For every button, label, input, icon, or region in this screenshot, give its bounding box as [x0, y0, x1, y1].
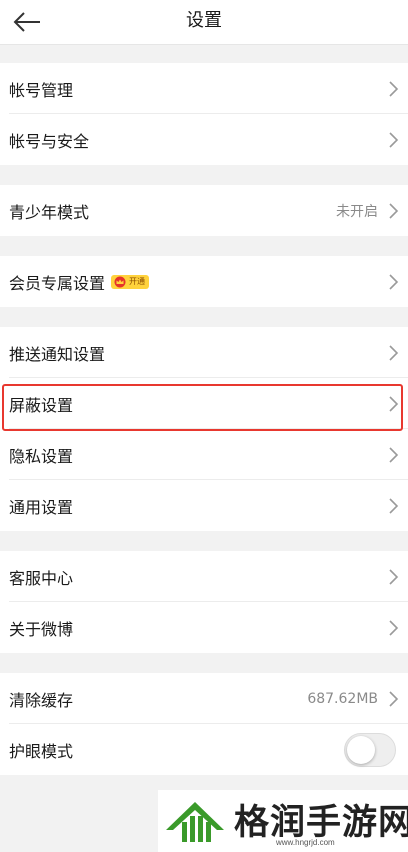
row-label: 通用设置	[9, 497, 74, 517]
chevron-right-icon	[389, 498, 399, 514]
row-label: 青少年模式	[9, 202, 90, 222]
row-account-management[interactable]: 帐号管理	[0, 63, 408, 114]
chevron-right-icon	[389, 569, 399, 585]
chevron-right-icon	[389, 620, 399, 636]
site-logo-icon	[166, 802, 224, 842]
row-label: 护眼模式	[9, 741, 74, 761]
chevron-right-icon	[389, 691, 399, 707]
row-block-settings[interactable]: 屏蔽设置	[0, 378, 408, 429]
section-gap	[0, 307, 408, 327]
row-eye-protection: 护眼模式	[0, 724, 408, 775]
row-about-weibo[interactable]: 关于微博	[0, 602, 408, 653]
section-gap	[0, 236, 408, 256]
row-privacy-settings[interactable]: 隐私设置	[0, 429, 408, 480]
watermark-url: www.hngrjd.com	[276, 838, 335, 847]
row-label: 关于微博	[9, 619, 74, 639]
top-nav-bar: 设置	[0, 0, 408, 45]
section-gap	[0, 165, 408, 185]
row-label: 帐号与安全	[9, 131, 90, 151]
row-clear-cache[interactable]: 清除缓存 687.62MB	[0, 673, 408, 724]
row-label: 推送通知设置	[9, 344, 106, 364]
row-label: 隐私设置	[9, 446, 74, 466]
chevron-right-icon	[389, 203, 399, 219]
row-customer-service[interactable]: 客服中心	[0, 551, 408, 602]
row-account-security[interactable]: 帐号与安全	[0, 114, 408, 165]
row-label: 客服中心	[9, 568, 74, 588]
row-label: 屏蔽设置	[9, 395, 74, 415]
row-push-notifications[interactable]: 推送通知设置	[0, 327, 408, 378]
chevron-right-icon	[389, 81, 399, 97]
chevron-right-icon	[389, 447, 399, 463]
row-general-settings[interactable]: 通用设置	[0, 480, 408, 531]
row-youth-mode[interactable]: 青少年模式 未开启	[0, 185, 408, 236]
chevron-right-icon	[389, 274, 399, 290]
crown-icon	[114, 276, 126, 287]
toggle-knob	[347, 736, 375, 764]
row-label: 帐号管理	[9, 80, 74, 100]
vip-badge: 开通	[111, 274, 150, 289]
row-label: 清除缓存	[9, 690, 74, 710]
watermark: 格润手游网 www.hngrjd.com	[158, 790, 408, 852]
chevron-right-icon	[389, 132, 399, 148]
row-label: 会员专属设置	[9, 273, 106, 293]
cache-size: 687.62MB	[307, 690, 378, 707]
page-title: 设置	[186, 10, 222, 31]
chevron-right-icon	[389, 396, 399, 412]
vip-badge-text: 开通	[129, 277, 146, 286]
section-gap	[0, 531, 408, 551]
row-member-settings[interactable]: 会员专属设置 开通	[0, 256, 408, 307]
chevron-right-icon	[389, 345, 399, 361]
section-gap	[0, 653, 408, 673]
eye-mode-toggle[interactable]	[344, 733, 396, 767]
section-gap	[0, 45, 408, 63]
youth-mode-status: 未开启	[336, 203, 378, 220]
